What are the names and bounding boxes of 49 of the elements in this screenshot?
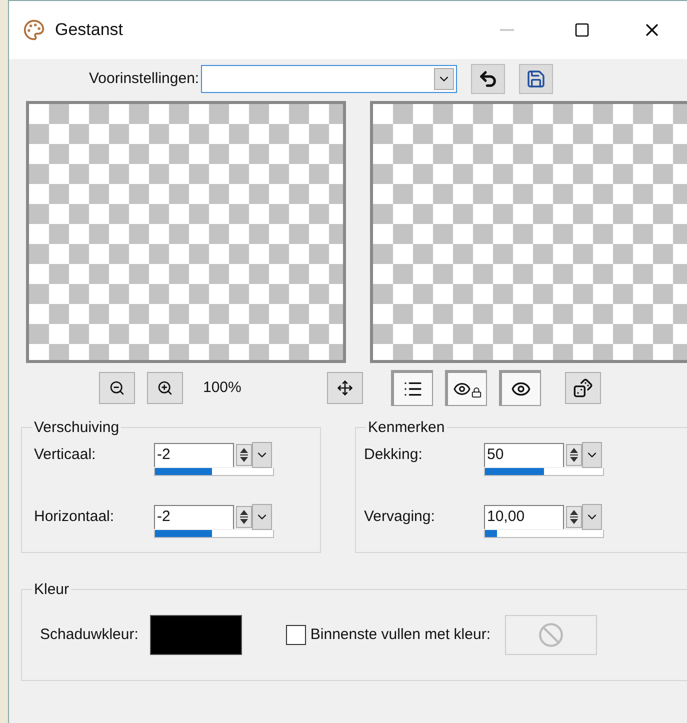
- dropdown-button[interactable]: [582, 442, 602, 468]
- presets-label: Voorinstellingen:: [89, 68, 200, 89]
- checkbox-label: Binnenste vullen met kleur:: [310, 624, 490, 645]
- spin-arrows-icon[interactable]: [566, 444, 582, 466]
- dropdown-button[interactable]: [252, 504, 272, 530]
- zoom-out-button[interactable]: [99, 372, 135, 404]
- checkbox[interactable]: [286, 625, 306, 645]
- field-label: Horizontaal:: [34, 507, 116, 527]
- dropdown-button[interactable]: [582, 504, 602, 530]
- maximize-icon: [574, 22, 590, 38]
- color-swatch[interactable]: [150, 615, 242, 655]
- number-field[interactable]: -2: [154, 443, 234, 467]
- dice-icon: [573, 378, 594, 398]
- field-label: Vervaging:: [364, 507, 436, 527]
- shadow-color-label: Schaduwkleur:: [40, 624, 138, 645]
- dropdown-button[interactable]: [252, 442, 272, 468]
- reset-button[interactable]: [471, 64, 506, 94]
- toggle-button[interactable]: [391, 370, 434, 406]
- number-field[interactable]: 50: [484, 443, 564, 467]
- spin-arrows-icon[interactable]: [566, 506, 582, 528]
- level-track[interactable]: [484, 530, 604, 538]
- level-track[interactable]: [484, 468, 604, 476]
- toggle-button[interactable]: [499, 370, 542, 406]
- zoom-out-icon: [109, 380, 125, 396]
- field-label: Dekking:: [364, 445, 424, 465]
- spin-arrows-icon[interactable]: [236, 506, 252, 528]
- number-field[interactable]: 10,00: [484, 505, 564, 529]
- pan-button[interactable]: [327, 372, 364, 404]
- random-button[interactable]: [565, 372, 602, 404]
- palette-icon: [23, 19, 45, 41]
- zoom-in-button[interactable]: [147, 372, 183, 404]
- minimize-icon: [500, 29, 514, 31]
- save-button[interactable]: [519, 64, 554, 94]
- move-icon: [337, 380, 354, 396]
- no-entry-icon: [538, 622, 564, 648]
- window-title: Gestanst: [55, 19, 124, 42]
- number-field[interactable]: -2: [154, 505, 234, 529]
- zoom-in-icon: [157, 380, 173, 396]
- toggle-button[interactable]: [445, 370, 488, 406]
- field-label: Verticaal:: [34, 445, 97, 465]
- presets-dropdown[interactable]: [201, 65, 458, 93]
- level-track[interactable]: [154, 468, 274, 476]
- level-track[interactable]: [154, 530, 274, 538]
- fill-color-button[interactable]: [504, 615, 596, 655]
- curved-arrow-icon: [478, 69, 498, 89]
- save-icon: [526, 69, 546, 89]
- zoom-reading: 100%: [203, 378, 242, 398]
- spin-arrows-icon[interactable]: [236, 444, 252, 466]
- eye-lock-icon: [452, 380, 482, 398]
